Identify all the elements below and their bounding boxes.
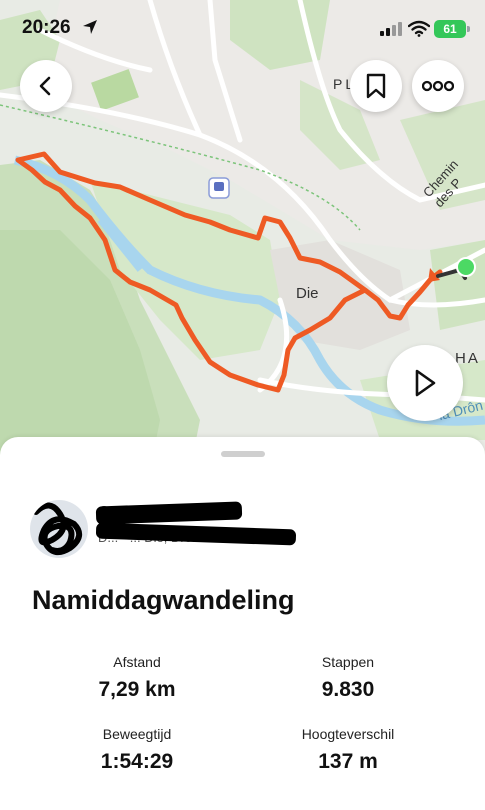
status-bar: 20:26 61: [0, 0, 485, 58]
wifi-icon: [408, 20, 430, 37]
more-options-button[interactable]: [412, 60, 464, 112]
stat-label: Hoogteverschil: [301, 726, 395, 742]
sheet-drag-handle[interactable]: [221, 451, 265, 457]
bookmark-icon: [366, 73, 386, 99]
more-dots-icon: [422, 80, 454, 92]
battery-level: 61: [443, 22, 457, 36]
author-row[interactable]: C D... · ... Die, Drôme: [30, 500, 450, 560]
stat-elevation-gain: Hoogteverschil 137 m: [248, 726, 448, 774]
play-icon: [415, 369, 436, 397]
activity-title: Namiddagwandeling: [32, 585, 295, 615]
stat-value: 137 m: [318, 750, 378, 773]
play-button[interactable]: [387, 345, 463, 421]
redaction-bar: [95, 501, 243, 525]
cellular-signal-icon: [380, 22, 402, 36]
chevron-left-icon: [39, 76, 51, 96]
stat-label: Afstand: [113, 654, 161, 670]
stat-label: Beweegtijd: [102, 726, 172, 742]
stat-moving-time: Beweegtijd 1:54:29: [37, 726, 237, 774]
stat-distance: Afstand 7,29 km: [37, 654, 237, 702]
map-label-town: Die: [296, 285, 319, 302]
back-button[interactable]: [20, 60, 72, 112]
status-time: 20:26: [22, 17, 71, 38]
battery-indicator: 61: [434, 20, 466, 38]
map-label-district-east: HA: [455, 350, 480, 367]
stat-label: Stappen: [321, 654, 375, 670]
avatar[interactable]: [30, 500, 88, 558]
stat-steps: Stappen 9.830: [248, 654, 448, 702]
redacted-avatar-scribble: [33, 502, 83, 556]
stat-value: 1:54:29: [100, 750, 174, 773]
stat-value: 7,29 km: [98, 678, 176, 701]
location-arrow-icon: [83, 20, 97, 34]
save-route-button[interactable]: [350, 60, 402, 112]
stat-value: 9.830: [321, 678, 375, 701]
battery-tip: [467, 26, 470, 32]
activity-sheet: C D... · ... Die, Drôme Namiddagwandelin…: [0, 437, 485, 810]
